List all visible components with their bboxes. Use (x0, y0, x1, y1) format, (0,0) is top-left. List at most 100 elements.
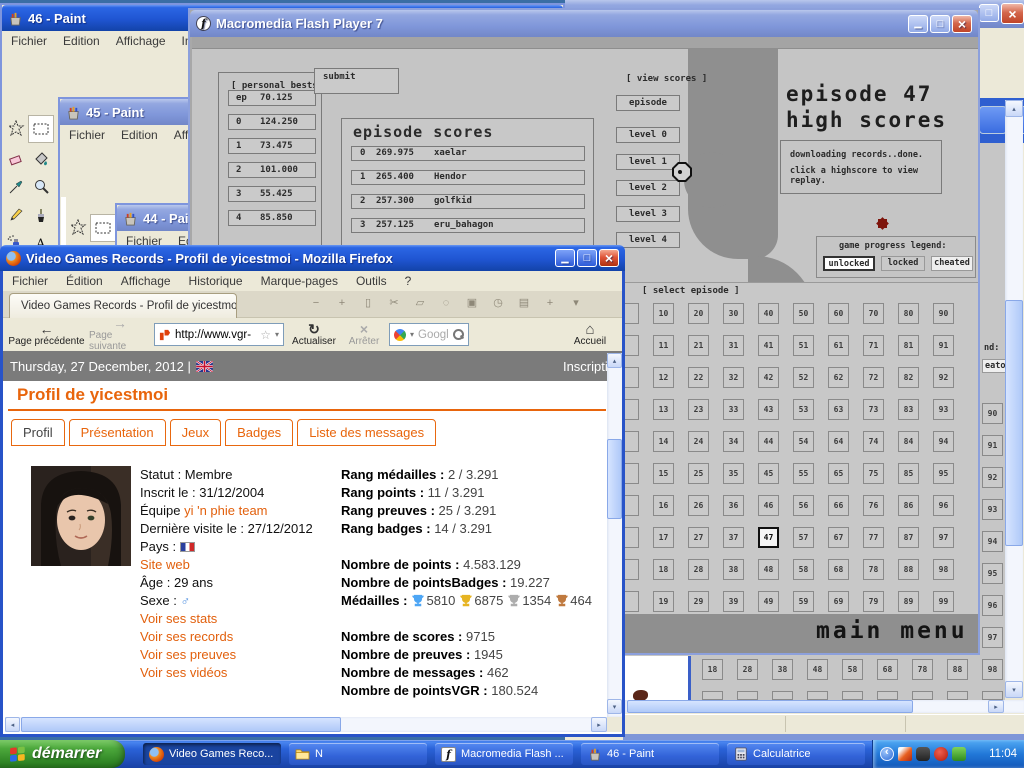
episode-cell-19[interactable]: 19 (653, 591, 674, 612)
bookmark-star-icon[interactable]: ☆ (260, 328, 271, 342)
episode-cell-58[interactable]: 58 (842, 659, 863, 680)
bg-browser-maximize-button[interactable] (979, 4, 999, 22)
episode-cell-80[interactable]: 80 (898, 303, 919, 324)
episode-cell-64[interactable]: 64 (828, 431, 849, 452)
episode-score-row[interactable]: 0269.975xaelar (351, 146, 585, 161)
back-button[interactable]: ←Page précédente (5, 319, 88, 350)
episode-cell-30[interactable]: 30 (723, 303, 744, 324)
page-scroll-up-button[interactable]: ▴ (607, 353, 622, 368)
stop-button[interactable]: ×Arrêter (342, 319, 386, 350)
episode-cell-87[interactable]: 87 (898, 527, 919, 548)
episode-cell-83[interactable]: 83 (898, 399, 919, 420)
episode-cell-74[interactable]: 74 (863, 431, 884, 452)
search-engine-dropdown-icon[interactable]: ▾ (410, 330, 414, 339)
episode-cell-93[interactable]: 93 (933, 399, 954, 420)
view-scores-button-level-4[interactable]: level 4 (616, 232, 680, 248)
copy-icon[interactable]: ▱ (411, 296, 429, 309)
tab-profil[interactable]: Profil (11, 419, 65, 446)
episode-cell-partial[interactable] (982, 691, 1003, 700)
episode-cell-16[interactable]: 16 (653, 495, 674, 516)
profile-link[interactable]: Voir ses records (140, 629, 233, 644)
url-text[interactable]: http://www.vgr- (175, 329, 251, 341)
episode-cell-70[interactable]: 70 (863, 303, 884, 324)
episode-cell-79[interactable]: 79 (863, 591, 884, 612)
episode-cell-95[interactable]: 95 (982, 563, 1003, 584)
episode-cell-96[interactable]: 96 (982, 595, 1003, 616)
episode-cell-50[interactable]: 50 (793, 303, 814, 324)
flash-title-bar[interactable]: Macromedia Flash Player 7 (190, 10, 978, 37)
episode-cell-11[interactable]: 11 (653, 335, 674, 356)
rect-select-icon[interactable] (30, 117, 52, 141)
episode-cell-21[interactable]: 21 (688, 335, 709, 356)
episode-cell-94[interactable]: 94 (933, 431, 954, 452)
episode-cell-88[interactable]: 88 (898, 559, 919, 580)
episode-cell-41[interactable]: 41 (758, 335, 779, 356)
episode-score-row[interactable]: 1265.400Hendor (351, 170, 585, 185)
main-menu-button[interactable]: main menu (816, 618, 968, 644)
paste-icon[interactable]: ▯ (359, 296, 377, 309)
page-scroll-right-button[interactable]: ▸ (591, 717, 607, 732)
personal-best-row[interactable]: 2101.000 (228, 162, 316, 178)
firefox-menu-item[interactable]: Affichage (121, 274, 171, 288)
episode-cell-47[interactable]: 47 (758, 527, 779, 548)
episode-cell-14[interactable]: 14 (653, 431, 674, 452)
episode-score-row[interactable]: 3257.125eru_bahagon (351, 218, 585, 233)
episode-cell-24[interactable]: 24 (688, 431, 709, 452)
personal-best-row[interactable]: 485.850 (228, 210, 316, 226)
bg-browser-close-button[interactable] (1001, 3, 1024, 24)
episode-cell-98[interactable]: 98 (933, 559, 954, 580)
personal-best-row[interactable]: 0124.250 (228, 114, 316, 130)
paint46-menu-item[interactable]: Edition (63, 34, 100, 48)
episode-cell-93[interactable]: 93 (982, 499, 1003, 520)
taskbar-clock[interactable]: 11:04 (989, 748, 1017, 760)
forward-button[interactable]: →Page suivante (89, 319, 151, 350)
search-magnifier-icon[interactable] (453, 329, 464, 340)
episode-cell-partial[interactable] (702, 691, 723, 700)
plus-icon[interactable]: + (541, 297, 559, 309)
view-scores-button-level-3[interactable]: level 3 (616, 206, 680, 222)
page-vertical-scrollbar[interactable] (607, 353, 622, 717)
episode-cell-18[interactable]: 18 (702, 659, 723, 680)
profile-link[interactable]: Voir ses stats (140, 611, 217, 626)
page-horizontal-scroll-thumb[interactable] (21, 717, 341, 732)
taskbar-button-firefox[interactable]: Video Games Reco... (143, 743, 281, 765)
episode-cell-88[interactable]: 88 (947, 659, 968, 680)
episode-cell-49[interactable]: 49 (758, 591, 779, 612)
episode-cell-63[interactable]: 63 (828, 399, 849, 420)
episode-cell-35[interactable]: 35 (723, 463, 744, 484)
episode-cell-62[interactable]: 62 (828, 367, 849, 388)
episode-cell-43[interactable]: 43 (758, 399, 779, 420)
episode-cell-partial[interactable] (807, 691, 828, 700)
episode-cell-56[interactable]: 56 (793, 495, 814, 516)
flash-close-button[interactable] (952, 15, 972, 33)
episode-cell-38[interactable]: 38 (772, 659, 793, 680)
episode-cell-36[interactable]: 36 (723, 495, 744, 516)
episode-cell-84[interactable]: 84 (898, 431, 919, 452)
episode-cell-20[interactable]: 20 (688, 303, 709, 324)
print-icon[interactable]: ▤ (515, 296, 533, 309)
submit-button[interactable]: submit (314, 68, 399, 94)
personal-best-row[interactable]: 355.425 (228, 186, 316, 202)
episode-cell-12[interactable]: 12 (653, 367, 674, 388)
new-window-icon[interactable]: ▣ (463, 296, 481, 309)
cut-icon[interactable]: ✂ (385, 296, 403, 309)
episode-cell-78[interactable]: 78 (863, 559, 884, 580)
view-scores-button-level-2[interactable]: level 2 (616, 180, 680, 196)
episode-cell-76[interactable]: 76 (863, 495, 884, 516)
episode-score-row[interactable]: 2257.300golfkid (351, 194, 585, 209)
episode-cell-40[interactable]: 40 (758, 303, 779, 324)
episode-cell-52[interactable]: 52 (793, 367, 814, 388)
paint45-menu-item[interactable]: Fichier (69, 128, 105, 142)
add-icon[interactable]: + (333, 297, 351, 309)
start-button[interactable]: démarrer (0, 740, 125, 768)
search-text[interactable]: Googl (418, 329, 449, 341)
profile-link[interactable]: Voir ses vidéos (140, 665, 227, 680)
rect-select-icon[interactable] (92, 216, 114, 240)
episode-cell-73[interactable]: 73 (863, 399, 884, 420)
view-scores-button-episode[interactable]: episode (616, 95, 680, 111)
personal-best-row[interactable]: 173.475 (228, 138, 316, 154)
episode-cell-42[interactable]: 42 (758, 367, 779, 388)
episode-cell-82[interactable]: 82 (898, 367, 919, 388)
bg-horizontal-scroll-thumb[interactable] (627, 700, 913, 713)
url-bar[interactable]: http://www.vgr- ☆ ▾ (154, 323, 284, 346)
